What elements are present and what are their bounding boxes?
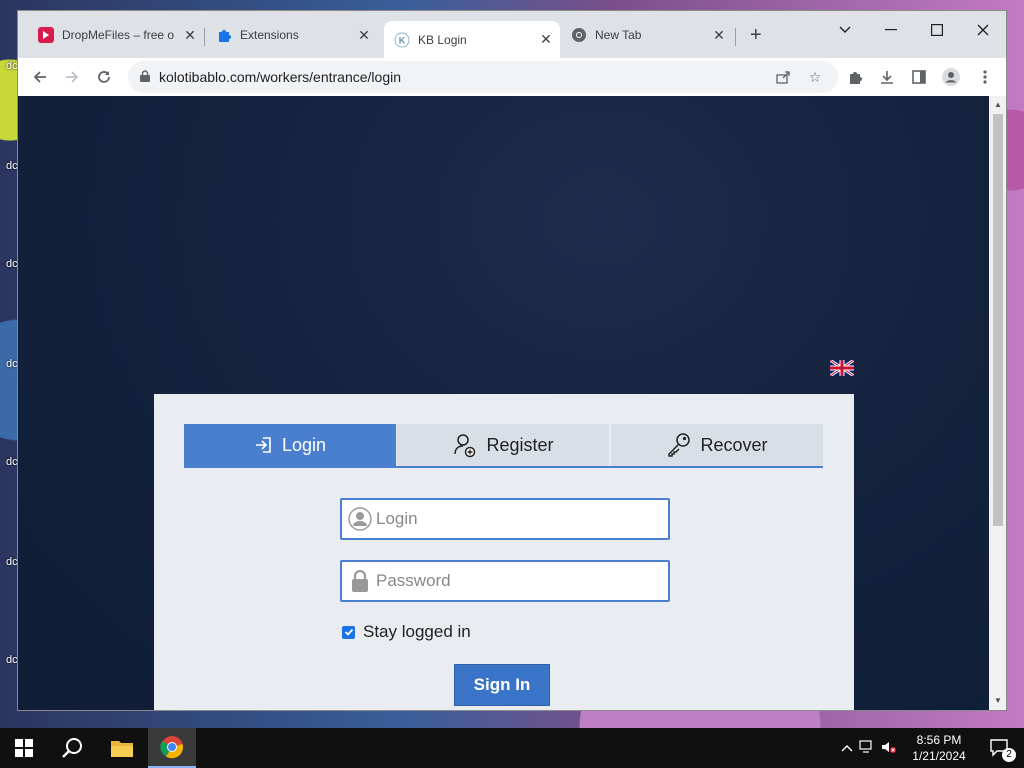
close-icon[interactable]: ✕: [356, 27, 372, 44]
login-panel: Login Register Recover Login Stay logged…: [154, 394, 854, 710]
download-icon[interactable]: [877, 67, 897, 87]
windows-start-icon[interactable]: [0, 728, 48, 768]
auth-tabs: Login Register Recover: [184, 424, 823, 468]
tab-new-tab[interactable]: New Tab ✕: [571, 24, 727, 46]
close-icon[interactable]: ✕: [538, 31, 554, 48]
kb-icon: K: [394, 32, 410, 48]
profile-icon[interactable]: [941, 67, 961, 87]
key-icon: [666, 432, 692, 458]
stay-logged-in-checkbox[interactable]: [342, 625, 355, 639]
back-icon[interactable]: [29, 66, 51, 88]
tab-kb-login[interactable]: K KB Login ✕: [384, 21, 560, 58]
clock-date: 1/21/2024: [912, 749, 966, 763]
close-icon[interactable]: ✕: [182, 27, 198, 44]
stay-logged-in: Stay logged in: [342, 622, 471, 642]
user-icon: [348, 507, 372, 531]
dropmefiles-icon: [38, 27, 54, 43]
tab-extensions[interactable]: Extensions ✕: [216, 24, 372, 46]
menu-icon[interactable]: [975, 67, 995, 87]
padlock-icon: [352, 569, 368, 592]
tab-login[interactable]: Login: [184, 424, 396, 466]
volume-muted-icon[interactable]: [878, 740, 900, 757]
tab-dropmefiles[interactable]: DropMeFiles – free o ✕: [38, 24, 198, 46]
lock-icon: [140, 70, 150, 82]
side-panel-icon[interactable]: [909, 67, 929, 87]
address-bar[interactable]: kolotibablo.com/workers/entrance/login ☆: [128, 61, 838, 93]
tab-register[interactable]: Register: [397, 424, 609, 466]
network-icon[interactable]: [856, 739, 878, 757]
chrome-taskbar-icon[interactable]: [148, 728, 196, 768]
notification-center-icon[interactable]: 2: [976, 728, 1024, 768]
password-field[interactable]: [340, 560, 670, 602]
forward-icon[interactable]: [61, 66, 83, 88]
taskbar: 8:56 PM 1/21/2024 2: [0, 728, 1024, 768]
tab-separator: [204, 28, 205, 46]
scroll-up-arrow-icon[interactable]: ▲: [993, 100, 1003, 109]
close-icon[interactable]: ✕: [711, 27, 727, 44]
password-input[interactable]: [376, 562, 660, 600]
login-field[interactable]: [340, 498, 670, 540]
new-tab-button[interactable]: +: [750, 24, 770, 46]
login-input[interactable]: [376, 500, 660, 538]
extensions-icon[interactable]: [845, 67, 865, 87]
minimize-icon[interactable]: [868, 17, 914, 43]
tab-recover[interactable]: Recover: [611, 424, 823, 466]
tab-title: New Tab: [595, 28, 642, 42]
page-content: Login Register Recover Login Stay logged…: [18, 96, 989, 710]
login-icon: [254, 435, 274, 455]
maximize-icon[interactable]: [914, 17, 960, 43]
tab-separator: [735, 28, 736, 46]
clock[interactable]: 8:56 PM 1/21/2024: [904, 732, 974, 764]
close-icon[interactable]: [960, 17, 1006, 43]
system-tray: [838, 728, 900, 768]
url-text[interactable]: kolotibablo.com/workers/entrance/login: [159, 69, 401, 85]
search-icon[interactable]: [48, 728, 96, 768]
tab-register-label: Register: [486, 434, 554, 455]
reload-icon[interactable]: [93, 66, 115, 88]
svg-text:K: K: [399, 35, 406, 45]
browser-window: DropMeFiles – free o ✕ Extensions ✕ K KB…: [18, 11, 1006, 710]
register-icon: [452, 432, 478, 458]
tab-login-label: Login: [281, 434, 327, 455]
chrome-icon: [571, 27, 587, 43]
puzzle-icon: [216, 27, 232, 43]
scrollbar-thumb[interactable]: [993, 114, 1003, 526]
sign-in-button[interactable]: Sign In: [454, 664, 550, 706]
stay-logged-in-label[interactable]: Stay logged in: [363, 622, 471, 642]
tab-title: DropMeFiles – free o: [62, 28, 174, 42]
clock-time: 8:56 PM: [916, 733, 962, 747]
uk-flag-icon[interactable]: [830, 360, 854, 376]
chevron-up-icon[interactable]: [838, 741, 856, 755]
tab-recover-label: Recover: [700, 434, 768, 455]
notification-count-badge: 2: [1002, 748, 1016, 762]
bookmark-star-icon[interactable]: ☆: [806, 68, 824, 86]
share-icon[interactable]: [774, 68, 792, 86]
chevron-down-icon[interactable]: [822, 17, 868, 43]
tab-title: Extensions: [240, 28, 299, 42]
file-explorer-icon[interactable]: [98, 728, 146, 768]
browser-toolbar: kolotibablo.com/workers/entrance/login ☆: [18, 58, 1006, 97]
scroll-down-arrow-icon[interactable]: ▼: [993, 696, 1003, 705]
tab-title: KB Login: [418, 32, 467, 47]
tab-strip: DropMeFiles – free o ✕ Extensions ✕ K KB…: [18, 11, 1006, 58]
page-scrollbar[interactable]: ▲ ▼: [989, 96, 1006, 710]
